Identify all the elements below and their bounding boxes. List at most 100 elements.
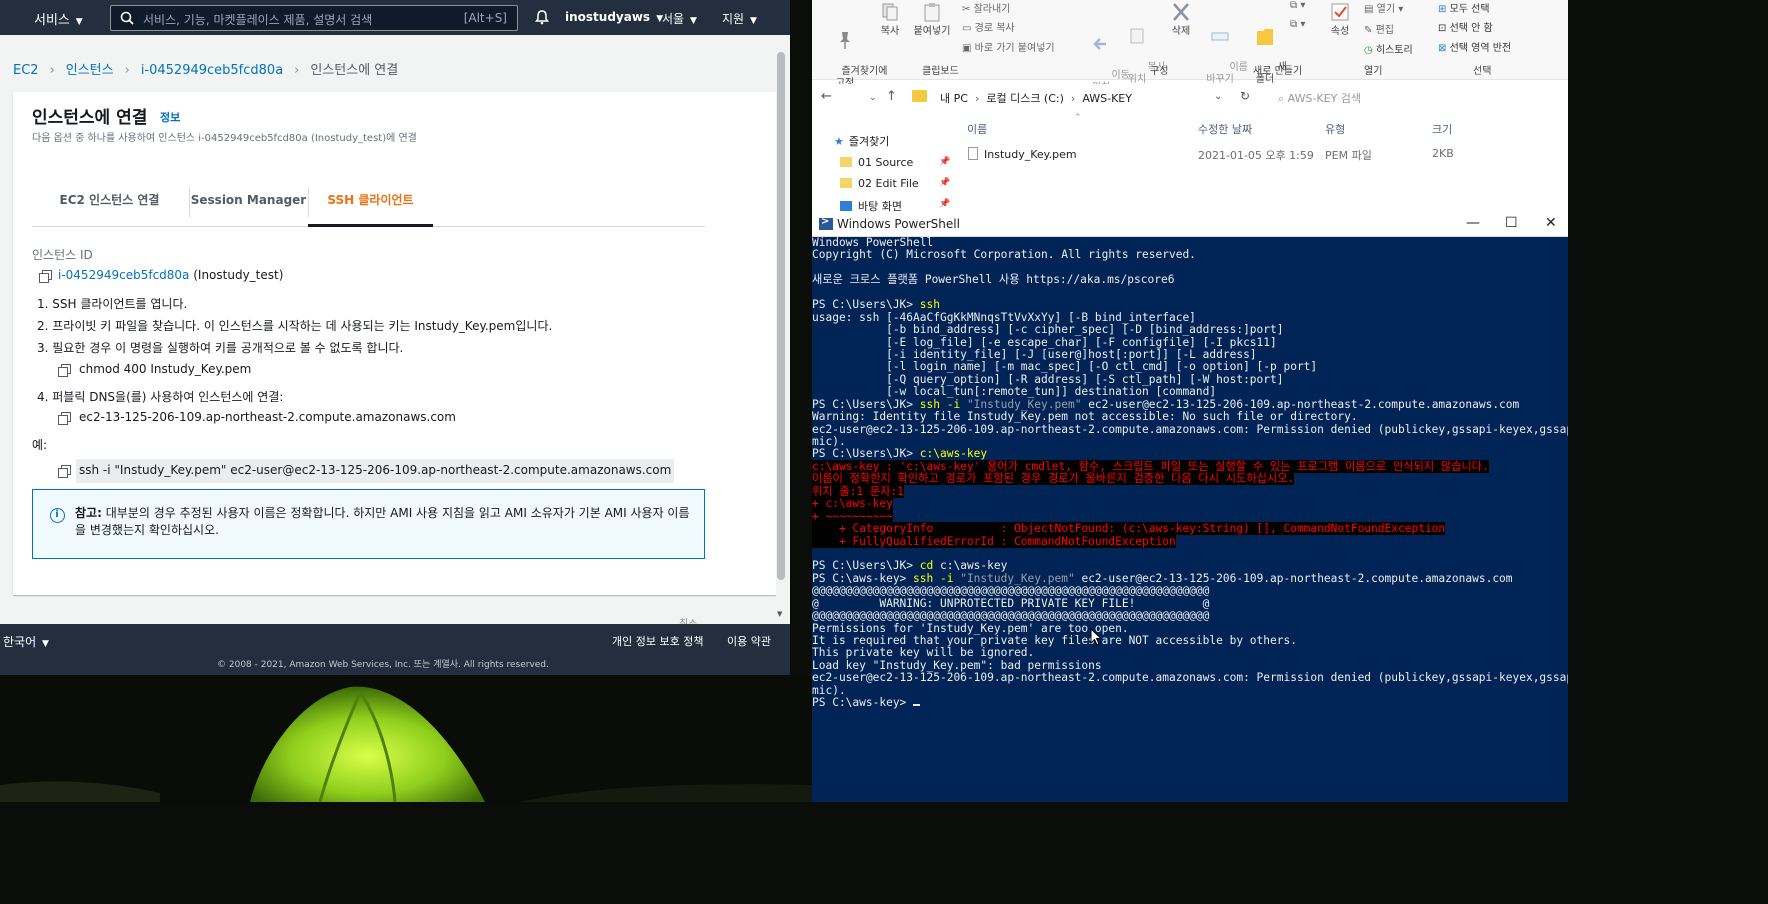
copy-path-button[interactable]: ▭ 경로 복사 xyxy=(962,19,1015,34)
region-menu[interactable]: 서울 ▼ xyxy=(662,10,697,27)
properties-check-icon xyxy=(1331,3,1349,21)
language-selector[interactable]: 한국어 ▼ xyxy=(3,633,49,650)
tree-quick-access[interactable]: ★ 즐겨찾기 xyxy=(834,133,889,149)
address-bar[interactable]: 내 PC › 로컬 디스크 (C:) › AWS-KEY xyxy=(912,86,1242,108)
support-menu[interactable]: 지원 ▼ xyxy=(722,10,757,27)
back-arrow-icon[interactable]: ← xyxy=(821,89,832,104)
path-icon: ▭ xyxy=(962,23,975,34)
column-name[interactable]: 이름 xyxy=(967,121,987,137)
address-aws-key[interactable]: AWS-KEY xyxy=(1082,92,1132,105)
scissors-icon: ✂ xyxy=(962,4,974,15)
account-name: inostudyaws xyxy=(565,10,651,24)
open-button[interactable]: ▤ 열기 ▾ xyxy=(1364,0,1403,15)
select-all-label: 모두 선택 xyxy=(1449,4,1490,15)
tab-ssh-client[interactable]: SSH 클라이언트 xyxy=(308,183,433,227)
tree-item-source[interactable]: 01 Source xyxy=(840,156,913,169)
delete-x-icon xyxy=(1173,3,1189,21)
edit-button[interactable]: ✎ 편집 xyxy=(1364,21,1394,36)
properties-button[interactable]: 속성 xyxy=(1326,2,1354,38)
delete-label: 삭제 xyxy=(1171,26,1191,37)
instance-id-link[interactable]: i-0452949ceb5fcd80a xyxy=(58,268,189,282)
page-scrollbar[interactable]: ▼ xyxy=(776,52,786,618)
console-line: mic). xyxy=(812,683,846,697)
breadcrumb: EC2 › 인스턴스 › i-0452949ceb5fcd80a › 인스턴스에 연결 xyxy=(13,59,398,78)
breadcrumb-instances[interactable]: 인스턴스 xyxy=(66,63,114,78)
powershell-icon xyxy=(819,216,833,230)
column-type[interactable]: 유형 xyxy=(1325,121,1345,137)
arrow-left-icon xyxy=(1093,38,1106,50)
desktop-icon xyxy=(840,201,852,211)
instance-id-row: i-0452949ceb5fcd80a (Inostudy_test) xyxy=(58,268,283,282)
refresh-icon[interactable]: ↻ xyxy=(1240,89,1250,103)
copy-icon[interactable] xyxy=(58,412,71,425)
paste-shortcut-button[interactable]: ▣ 바로 가기 붙여넣기 xyxy=(962,39,1055,54)
bell-icon[interactable] xyxy=(534,9,550,25)
search-input[interactable]: 서비스, 기능, 마켓플레이스 제품, 설명서 검색 [Alt+S] xyxy=(110,5,518,31)
select-all-button[interactable]: ⊞ 모두 선택 xyxy=(1438,0,1490,15)
file-type: PEM 파일 xyxy=(1325,149,1372,162)
paste-label: 붙여넣기 xyxy=(913,26,951,37)
scroll-down-icon[interactable]: ▼ xyxy=(777,610,782,618)
copy-icon[interactable] xyxy=(58,364,71,377)
new-item-icon[interactable]: ⧉ ▾ xyxy=(1290,0,1305,11)
caret-down-icon: ▼ xyxy=(687,16,697,26)
breadcrumb-instance-id[interactable]: i-0452949ceb5fcd80a xyxy=(141,63,283,78)
copy-to-icon xyxy=(1130,28,1144,44)
open-icon: ▤ xyxy=(1364,4,1377,15)
address-dropdown-icon[interactable]: ⌄ xyxy=(1214,91,1222,102)
select-none-button[interactable]: ⊡ 선택 안 함 xyxy=(1438,19,1493,34)
window-title: Windows PowerShell xyxy=(837,217,960,231)
text-cursor xyxy=(913,704,921,707)
delete-button[interactable]: 삭제 xyxy=(1168,2,1194,38)
chevron-right-icon: › xyxy=(974,92,980,105)
new-folder-icon xyxy=(1257,29,1273,45)
tree-item-desktop[interactable]: 바탕 화면 xyxy=(840,198,902,212)
cut-button[interactable]: ✂ 잘라내기 xyxy=(962,0,1010,15)
column-modified[interactable]: 수정한 날짜 xyxy=(1198,121,1252,137)
connect-panel: 인스턴스에 연결 정보 다음 옵션 중 하나를 사용하여 인스턴스 i-0452… xyxy=(13,92,776,595)
region-name: 서울 xyxy=(662,12,685,26)
terms-link[interactable]: 이용 약관 xyxy=(727,633,771,649)
account-menu[interactable]: inostudyaws ▼ xyxy=(565,10,663,24)
explorer-search[interactable]: ⌕ AWS-KEY 검색 xyxy=(1278,90,1361,106)
info-link[interactable]: 정보 xyxy=(160,109,180,125)
tree-item-edit-file[interactable]: 02 Edit File xyxy=(840,177,919,190)
column-size[interactable]: 크기 xyxy=(1432,121,1452,137)
tab-ec2-instance-connect[interactable]: EC2 인스턴스 연결 xyxy=(32,183,187,227)
easy-access-icon[interactable]: ⧉ ▾ xyxy=(1290,19,1305,30)
group-select: 선택 xyxy=(1473,66,1492,77)
console-output[interactable]: Windows PowerShell Copyright (C) Microsof… xyxy=(812,236,1568,710)
folder-icon xyxy=(840,157,852,167)
scrollbar-thumb[interactable] xyxy=(777,52,785,580)
pin-icon xyxy=(840,32,850,49)
copy-icon[interactable] xyxy=(58,465,71,478)
file-row[interactable]: Instudy_Key.pem xyxy=(968,147,1077,161)
aws-top-nav: 서비스 ▼ 서비스, 기능, 마켓플레이스 제품, 설명서 검색 [Alt+S]… xyxy=(0,0,790,35)
minimize-icon[interactable]: — xyxy=(1466,215,1480,231)
history-button[interactable]: ◷ 히스토리 xyxy=(1364,41,1413,56)
maximize-icon[interactable]: ☐ xyxy=(1505,215,1518,231)
recent-dropdown-icon[interactable]: ⌄ xyxy=(869,93,877,103)
file-icon xyxy=(968,147,978,160)
up-arrow-icon[interactable]: ↑ xyxy=(886,89,897,104)
search-placeholder: 서비스, 기능, 마켓플레이스 제품, 설명서 검색 xyxy=(143,13,373,27)
properties-label: 속성 xyxy=(1330,26,1350,37)
privacy-link[interactable]: 개인 정보 보호 정책 xyxy=(612,633,703,649)
copy-button[interactable]: 복사 xyxy=(876,2,904,38)
chevron-right-icon: › xyxy=(124,63,130,78)
open-label: 열기 xyxy=(1376,4,1396,15)
address-this-pc[interactable]: 내 PC xyxy=(940,92,968,105)
copy-icon[interactable] xyxy=(39,270,52,283)
shortcut-icon: ▣ xyxy=(962,43,975,54)
pin-icon: 📌 xyxy=(939,157,951,167)
instance-name: (Inostudy_test) xyxy=(193,268,284,282)
console-line: PS C:\aws-key> xyxy=(812,696,1568,709)
console-line: PS C:\Users\JK> c:\aws-key xyxy=(812,447,988,461)
invert-selection-button[interactable]: ⊠ 선택 영역 반전 xyxy=(1438,39,1511,54)
breadcrumb-ec2[interactable]: EC2 xyxy=(13,63,39,78)
services-menu[interactable]: 서비스 ▼ xyxy=(34,9,83,28)
paste-button[interactable]: 붙여넣기 xyxy=(910,2,954,38)
tab-session-manager[interactable]: Session Manager xyxy=(190,183,307,227)
close-icon[interactable]: ✕ xyxy=(1545,215,1557,231)
address-local-disk[interactable]: 로컬 디스크 (C:) xyxy=(986,92,1064,105)
